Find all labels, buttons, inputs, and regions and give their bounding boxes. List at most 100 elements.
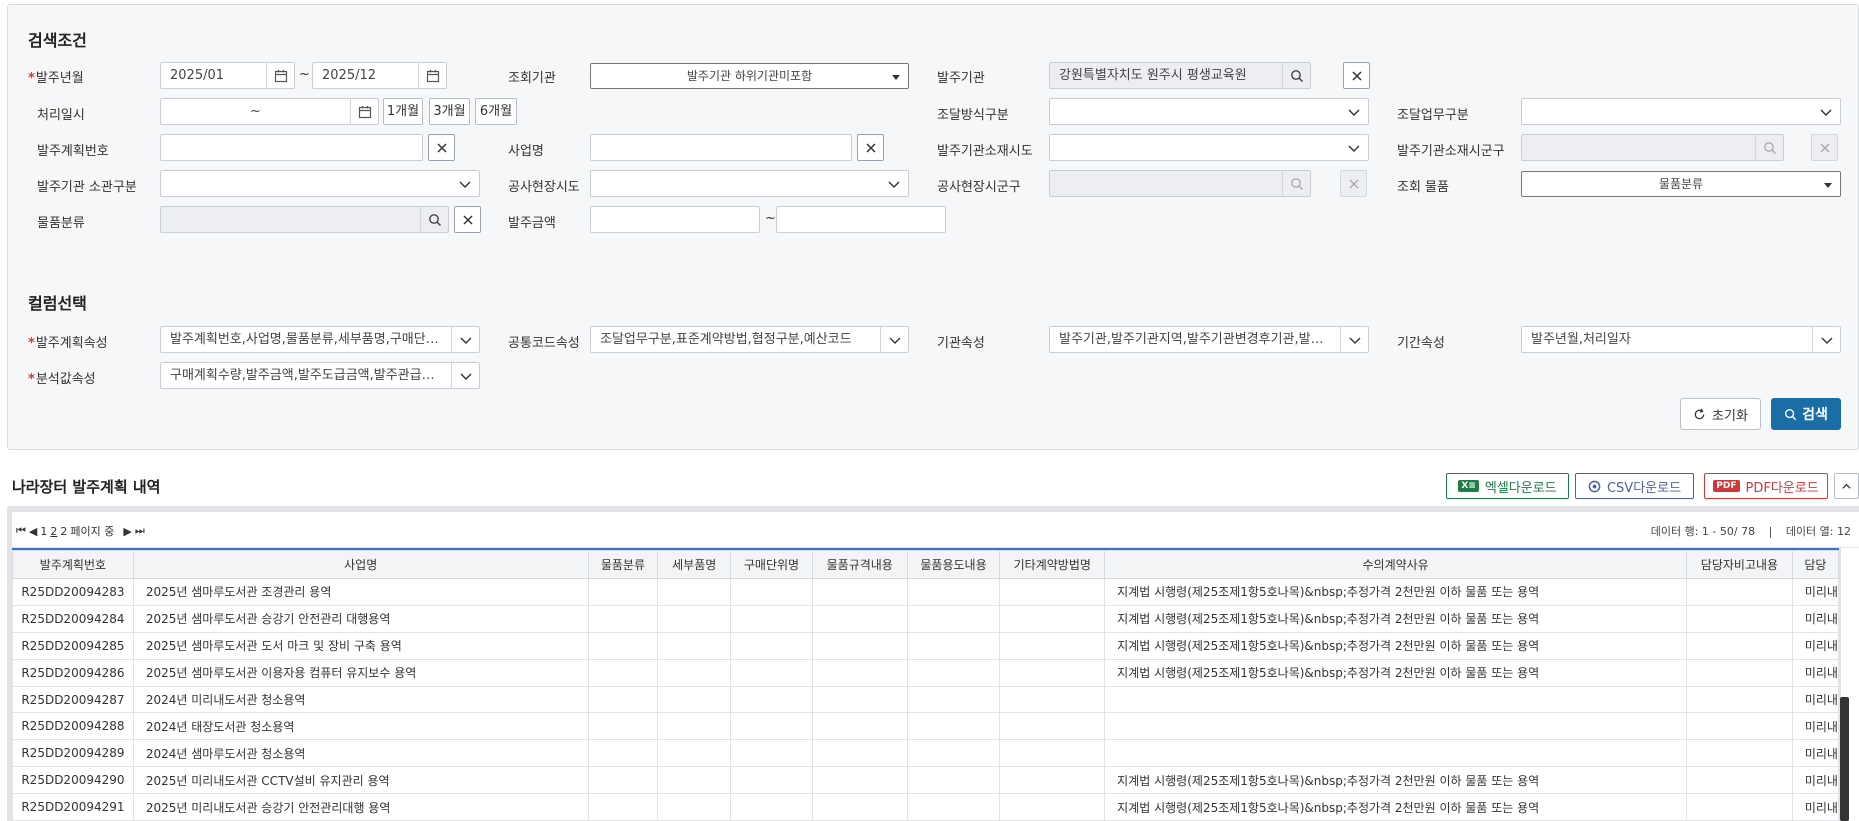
org-sigungu-input[interactable] bbox=[1521, 134, 1784, 161]
prev-page-icon[interactable]: ◀ bbox=[29, 525, 37, 538]
csv-download-button[interactable]: CSV다운로드 bbox=[1575, 473, 1694, 499]
proc-work-select[interactable] bbox=[1521, 98, 1841, 125]
biz-name-input[interactable] bbox=[590, 134, 852, 161]
table-cell bbox=[1104, 739, 1688, 768]
org-sigungu-label: 발주기관소재시군구 bbox=[1397, 144, 1505, 159]
search-icon[interactable] bbox=[1755, 135, 1783, 160]
org-attr-select[interactable]: 발주기관,발주기관지역,발주기관변경후기관,발주기관소관구분 bbox=[1049, 326, 1369, 353]
first-page-icon[interactable]: ⏮ bbox=[16, 524, 26, 538]
calendar-icon[interactable] bbox=[418, 63, 446, 88]
process-date-input[interactable]: ~ bbox=[160, 98, 379, 125]
search-icon[interactable] bbox=[1282, 63, 1310, 88]
calendar-icon[interactable] bbox=[266, 63, 294, 88]
table-row[interactable]: R25DD20094286 2025년 샘마루도서관 이용자용 컴퓨터 유지보수 … bbox=[12, 658, 1839, 687]
query-item-select[interactable]: 물품분류 bbox=[1521, 171, 1841, 197]
column-header[interactable]: 기타계약방법명 bbox=[999, 550, 1106, 579]
table-cell bbox=[906, 578, 1001, 606]
table-cell bbox=[730, 685, 813, 714]
clear-site-sigungu-button[interactable] bbox=[1340, 170, 1367, 197]
period-6-month-button[interactable]: 6개월 bbox=[475, 98, 517, 125]
reset-button[interactable]: 초기화 bbox=[1680, 398, 1761, 430]
collapse-button[interactable] bbox=[1834, 473, 1859, 499]
period-1-month-button[interactable]: 1개월 bbox=[383, 98, 423, 125]
column-header[interactable]: 물품분류 bbox=[587, 550, 659, 579]
table-row[interactable]: R25DD20094288 2024년 태장도서관 청소용역 미리내 bbox=[12, 712, 1839, 741]
search-button[interactable]: 검색 bbox=[1771, 398, 1841, 430]
period-3-month-button[interactable]: 3개월 bbox=[429, 98, 470, 125]
table-row[interactable]: R25DD20094283 2025년 샘마루도서관 조경관리 용역 지계법 시행령… bbox=[12, 578, 1839, 606]
table-row[interactable]: R25DD20094285 2025년 샘마루도서관 도서 마크 및 장비 구축 … bbox=[12, 631, 1839, 660]
site-sido-label: 공사현장시도 bbox=[508, 180, 580, 195]
table-cell bbox=[657, 793, 732, 821]
proc-method-select[interactable] bbox=[1049, 98, 1369, 125]
column-header[interactable]: 세부품명 bbox=[657, 550, 732, 579]
process-date-label: 처리일시 bbox=[37, 108, 85, 123]
table-cell bbox=[906, 739, 1001, 768]
clear-item-class-button[interactable] bbox=[454, 206, 481, 233]
table-row[interactable]: R25DD20094284 2025년 샘마루도서관 승강기 안전관리 대행용역 지… bbox=[12, 604, 1839, 633]
clear-order-org-button[interactable] bbox=[1343, 62, 1370, 89]
calendar-icon[interactable] bbox=[350, 99, 378, 124]
item-class-label: 물품분류 bbox=[37, 216, 85, 231]
table-cell: 2024년 미리내도서관 청소용역 bbox=[132, 685, 589, 714]
excel-download-button[interactable]: X≡ 엑셀다운로드 bbox=[1446, 473, 1569, 499]
last-page-icon[interactable]: ⏭ bbox=[135, 524, 145, 538]
column-header[interactable]: 물품규격내용 bbox=[811, 550, 908, 579]
pdf-download-button[interactable]: PDF PDF다운로드 bbox=[1704, 473, 1828, 499]
org-sido-select[interactable] bbox=[1049, 134, 1369, 161]
chevron-down-icon bbox=[1340, 327, 1368, 352]
order-org-input[interactable]: 강원특별자치도 원주시 평생교육원 bbox=[1049, 62, 1311, 89]
plan-attr-select[interactable]: 발주계획번호,사업명,물품분류,세부품명,구매단위명,물품규격내용,물품용도내용 bbox=[160, 326, 480, 353]
scrollbar-thumb[interactable] bbox=[1840, 697, 1849, 821]
table-cell bbox=[906, 604, 1001, 633]
pager-bar: ⏮ ◀ 1 2 2 페이지 중 ▶ ⏭ 데이터 행: 1 - 50/ 78 | … bbox=[12, 512, 1859, 547]
table-row[interactable]: R25DD20094290 2025년 미리내도서관 CCTV설비 유지관리 용역… bbox=[12, 766, 1839, 795]
table-cell bbox=[587, 604, 659, 633]
clear-plan-no-button[interactable] bbox=[428, 134, 455, 161]
org-dept-select[interactable] bbox=[160, 170, 480, 197]
table-cell: 2025년 샘마루도서관 조경관리 용역 bbox=[132, 578, 589, 606]
column-header[interactable]: 수의계약사유 bbox=[1104, 550, 1688, 579]
next-page-icon[interactable]: ▶ bbox=[123, 525, 131, 538]
chevron-down-icon bbox=[1340, 135, 1368, 160]
table-cell bbox=[587, 658, 659, 687]
table-row[interactable]: R25DD20094289 2024년 샘마루도서관 청소용역 미리내 bbox=[12, 739, 1839, 768]
table-cell: 2025년 미리내도서관 승강기 안전관리대행 용역 bbox=[132, 793, 589, 821]
table-cell: 지계법 시행령(제25조제1항5호나목)&nbsp;추정가격 2천만원 이하 물… bbox=[1104, 631, 1688, 660]
amount-to-input[interactable] bbox=[776, 206, 946, 233]
table-cell bbox=[1686, 739, 1793, 768]
table-row[interactable]: R25DD20094287 2024년 미리내도서관 청소용역 미리내 bbox=[12, 685, 1839, 714]
item-class-input[interactable] bbox=[160, 206, 449, 233]
clear-biz-name-button[interactable] bbox=[857, 134, 884, 161]
clear-org-sigungu-button[interactable] bbox=[1811, 134, 1838, 161]
search-icon[interactable] bbox=[1282, 171, 1310, 196]
search-icon[interactable] bbox=[420, 207, 448, 232]
month-to-input[interactable]: 2025/12 bbox=[312, 62, 447, 89]
site-sigungu-input[interactable] bbox=[1049, 170, 1311, 197]
common-code-select[interactable]: 조달업무구분,표준계약방법,협정구분,예산코드 bbox=[590, 326, 909, 353]
month-from-input[interactable]: 2025/01 bbox=[160, 62, 295, 89]
table-row[interactable]: R25DD20094291 2025년 미리내도서관 승강기 안전관리대행 용역 지… bbox=[12, 793, 1839, 821]
query-org-select[interactable]: 발주기관 하위기관미포함 bbox=[590, 63, 909, 89]
analysis-attr-select[interactable]: 구매계획수량,발주금액,발주도급금액,발주관급금액 bbox=[160, 362, 480, 389]
table-cell bbox=[730, 631, 813, 660]
table-cell: 지계법 시행령(제25조제1항5호나목)&nbsp;추정가격 2천만원 이하 물… bbox=[1104, 658, 1688, 687]
column-header[interactable]: 발주계획번호 bbox=[12, 550, 134, 579]
page-link-1[interactable]: 1 bbox=[40, 525, 47, 538]
column-header[interactable]: 구매단위명 bbox=[730, 550, 813, 579]
excel-icon: X≡ bbox=[1458, 480, 1479, 492]
column-header[interactable]: 물품용도내용 bbox=[906, 550, 1001, 579]
column-header[interactable]: 담당자비고내용 bbox=[1686, 550, 1793, 579]
page-link-2[interactable]: 2 bbox=[50, 525, 57, 538]
column-header[interactable]: 담당 bbox=[1791, 550, 1839, 579]
table-cell: 미리내 bbox=[1791, 793, 1839, 821]
site-sido-select[interactable] bbox=[590, 170, 909, 197]
close-icon bbox=[436, 142, 447, 153]
plan-no-input[interactable] bbox=[160, 134, 423, 161]
chevron-down-icon bbox=[1340, 99, 1368, 124]
column-header[interactable]: 사업명 bbox=[132, 550, 589, 579]
period-attr-select[interactable]: 발주년월,처리일자 bbox=[1521, 326, 1841, 353]
amount-from-input[interactable] bbox=[590, 206, 760, 233]
table-cell bbox=[999, 631, 1106, 660]
chevron-down-icon bbox=[451, 363, 479, 388]
